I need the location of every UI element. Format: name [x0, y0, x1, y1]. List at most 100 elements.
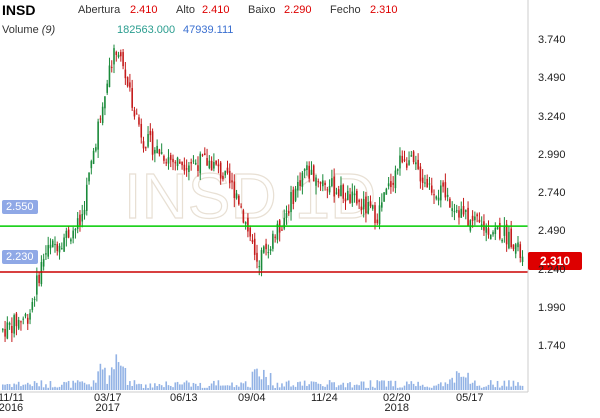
volume-bar [492, 384, 494, 390]
volume-bar [142, 387, 145, 390]
candle-body [92, 150, 95, 164]
volume-bar [333, 382, 335, 390]
y-tick-label: 3.240 [538, 110, 566, 123]
volume-bar [74, 382, 77, 390]
volume-bar [344, 387, 347, 390]
candle-body [217, 164, 220, 167]
candle-body [11, 325, 13, 334]
candle-body [26, 317, 29, 324]
candle-body [163, 155, 165, 161]
candle-body [458, 210, 460, 218]
x-tick-label: 05/17 [456, 392, 484, 404]
volume-bar [131, 386, 133, 390]
candle-body [285, 212, 288, 218]
volume-bar [399, 387, 401, 390]
volume-bar [251, 371, 254, 390]
volume-bar [133, 380, 136, 390]
candle-body [135, 113, 138, 115]
candle-body [353, 193, 356, 196]
volume-bar [451, 377, 453, 390]
candle-body [88, 172, 90, 182]
volume-bar [435, 385, 438, 390]
volume-bar [285, 381, 288, 390]
high-label: Alto [176, 4, 195, 16]
candle-body [54, 244, 56, 246]
candle-body [344, 198, 347, 202]
candle-body [403, 159, 406, 161]
price-chart[interactable]: INSD,1D [0, 0, 600, 418]
candle-body [392, 182, 394, 185]
candle-body [328, 185, 331, 193]
candle-body [517, 242, 519, 248]
volume-bar [244, 381, 247, 390]
candle-body [369, 201, 372, 207]
candle-body [387, 183, 390, 187]
volume-bar [483, 386, 485, 390]
y-tick-label: 1.740 [538, 340, 566, 352]
volume-bar [256, 368, 258, 390]
volume-bar [242, 383, 245, 390]
volume-bar [144, 384, 147, 390]
volume-bar [446, 383, 449, 390]
volume-bar [306, 385, 308, 390]
volume-bar [485, 386, 488, 390]
candle-body [260, 250, 263, 271]
candle-body [222, 175, 224, 180]
candle-body [324, 182, 326, 186]
candle-body [74, 228, 77, 231]
volume-bar [217, 380, 220, 390]
candle-body [15, 313, 18, 327]
volume-bars [2, 354, 524, 390]
volume-bar [188, 382, 190, 390]
x-tick-label: 11/11 2016 [0, 392, 24, 414]
candle-body [412, 151, 415, 163]
candle-body [251, 240, 254, 243]
candle-body [61, 248, 63, 250]
volume-bar [519, 385, 522, 390]
close-value: 2.310 [370, 4, 398, 16]
candle-body [340, 185, 342, 197]
candle-body [8, 323, 11, 325]
candle-body [206, 158, 208, 166]
symbol-title: INSD [2, 2, 36, 18]
candle-body [113, 48, 115, 65]
volume-bar [362, 381, 365, 390]
candle-body [333, 176, 335, 197]
volume-bar [233, 387, 236, 390]
volume-bar [383, 380, 385, 390]
candle-body [42, 259, 45, 267]
candle-body [319, 181, 322, 184]
red-line-price-tag[interactable]: 2.230 [2, 250, 38, 264]
candle-body [149, 130, 152, 136]
volume-bar [253, 369, 256, 390]
volume-bar [179, 384, 181, 390]
candle-body [396, 169, 399, 171]
candle-body [331, 178, 333, 187]
candle-body [287, 211, 290, 214]
volume-bar [349, 382, 351, 390]
candle-body [36, 275, 38, 295]
volume-bar [88, 384, 90, 390]
volume-bar [367, 387, 369, 390]
candle-body [401, 155, 404, 163]
candle-body [451, 208, 453, 212]
volume-bar [408, 384, 410, 390]
candle-body [167, 157, 170, 164]
volume-bar [292, 385, 295, 390]
volume-bar [54, 386, 56, 390]
volume-bar [390, 380, 392, 390]
volume-bar [503, 380, 506, 390]
green-line-price-tag[interactable]: 2.550 [2, 200, 38, 214]
volume-bar [392, 386, 394, 390]
candle-body [233, 181, 236, 199]
volume-bar [476, 385, 478, 390]
candle-body [374, 205, 376, 224]
volume-bar [517, 382, 519, 390]
volume-bar [11, 387, 13, 390]
volume-bar [369, 380, 372, 390]
volume-bar [440, 382, 442, 390]
candle-body [56, 244, 59, 252]
volume-bar [99, 363, 102, 390]
volume-bar [228, 385, 231, 390]
candle-body [172, 158, 174, 163]
